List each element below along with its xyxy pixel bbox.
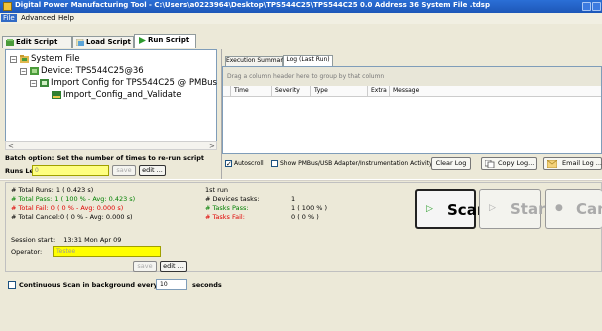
menu-bar: File Advanced Help <box>0 13 602 24</box>
email-log-label: Email Log ... <box>562 159 602 167</box>
copy-log-button[interactable]: Copy Log... <box>481 157 537 170</box>
panel-splitter[interactable] <box>0 179 602 181</box>
operator-input[interactable]: Testee <box>53 246 161 257</box>
script-tree[interactable]: − System File − Device: TPS544C25@36 − I… <box>5 49 217 149</box>
clear-log-button[interactable]: Clear Log <box>431 157 471 170</box>
total-fail-text: # Total Fail: 0 ( 0 % - Avg: 0.000 s) <box>11 204 124 212</box>
tab-run-script[interactable]: Run Script <box>134 34 196 48</box>
show-pmbus-activity-label: Show PMBus/USB Adapter/Instrumentation A… <box>280 160 433 167</box>
total-cancel-text: # Total Cancel:0 ( 0 % - Avg: 0.000 s) <box>11 213 133 221</box>
tasks-pass-value: 1 ( 100 % ) <box>291 204 328 212</box>
tab-load-script-label: Load Script <box>86 38 131 46</box>
tab-log-last-run[interactable]: Log (Last Run) <box>283 55 333 66</box>
minimize-button[interactable] <box>582 2 591 11</box>
continuous-scan-label: Continuous Scan in background every <box>19 281 158 289</box>
tab-load-script[interactable]: Load Script <box>72 36 134 48</box>
tree-label: Import Config for TPS544C25 @ PMBus <box>51 78 217 88</box>
column-header-message[interactable]: Message <box>393 87 419 94</box>
copy-log-label: Copy Log... <box>498 159 535 167</box>
scroll-left-icon[interactable]: < <box>8 142 14 150</box>
operator-edit-button[interactable]: edit ... <box>160 261 187 272</box>
continuous-scan-checkbox[interactable] <box>8 281 16 289</box>
devices-tasks-label: # Devices tasks: <box>205 195 260 203</box>
operator-save-button[interactable]: save <box>133 261 157 272</box>
cancel-button[interactable]: ● Cancel <box>545 189 602 229</box>
runs-edit-button[interactable]: edit ... <box>139 165 166 176</box>
maximize-button[interactable] <box>592 2 601 11</box>
edit-script-icon <box>6 39 14 46</box>
main-tab-strip: Edit Script Load Script Run Script <box>0 24 602 48</box>
load-script-icon <box>76 39 84 46</box>
cancel-label: Cancel <box>576 200 602 218</box>
tab-edit-script[interactable]: Edit Script <box>2 36 72 48</box>
tasks-pass-label: # Tasks Pass: <box>205 204 249 212</box>
collapse-icon[interactable]: − <box>20 68 27 75</box>
run-ordinal-text: 1st run <box>205 186 229 194</box>
devices-tasks-value: 1 <box>291 195 296 203</box>
column-header-type[interactable]: Type <box>314 87 328 94</box>
tree-horizontal-scrollbar[interactable]: < > <box>5 141 217 150</box>
runs-save-button[interactable]: save <box>112 165 136 176</box>
tab-execution-summary[interactable]: Execution Summary <box>225 56 286 66</box>
system-file-icon <box>20 55 29 63</box>
column-separator <box>389 86 390 96</box>
collapse-icon[interactable]: − <box>10 56 17 63</box>
column-header-time[interactable]: Time <box>234 87 249 94</box>
tree-label: Import_Config_and_Validate <box>63 90 182 100</box>
device-icon <box>30 67 39 75</box>
column-separator <box>230 86 231 96</box>
collapse-icon[interactable]: − <box>30 80 37 87</box>
log-grid-header: Time Severity Type Extra Message <box>223 86 601 97</box>
tab-edit-script-label: Edit Script <box>16 38 58 46</box>
session-start-value: 13:31 Mon Apr 09 <box>63 236 122 244</box>
menu-file[interactable]: File <box>1 14 17 22</box>
scroll-right-icon[interactable]: > <box>209 142 215 150</box>
script-step-icon <box>52 91 61 99</box>
stop-icon: ● <box>555 203 563 213</box>
copy-icon <box>485 160 495 168</box>
column-separator <box>271 86 272 96</box>
show-pmbus-activity-checkbox[interactable] <box>271 160 278 167</box>
menu-advanced[interactable]: Advanced <box>19 14 58 22</box>
operator-label: Operator: <box>11 248 43 256</box>
tab-run-script-label: Run Script <box>148 36 190 44</box>
column-header-extra[interactable]: Extra <box>371 87 387 94</box>
play-icon: ▷ <box>426 204 433 214</box>
tree-label: Device: TPS544C25@36 <box>41 66 144 76</box>
tree-label: System File <box>31 54 80 64</box>
runs-left-input[interactable]: 0 <box>32 165 109 176</box>
total-pass-text: # Total Pass: 1 ( 100 % - Avg: 0.423 s) <box>11 195 136 203</box>
start-button[interactable]: ▷ Start <box>479 189 553 229</box>
column-separator <box>310 86 311 96</box>
menu-help[interactable]: Help <box>56 14 76 22</box>
title-bar: Digital Power Manufacturing Tool - C:\Us… <box>0 0 602 13</box>
column-separator <box>367 86 368 96</box>
email-icon <box>547 160 557 168</box>
batch-option-label: Batch option: Set the number of times to… <box>5 154 205 162</box>
column-header-severity[interactable]: Severity <box>275 87 300 94</box>
continuous-scan-interval-input[interactable]: 10 <box>156 279 187 290</box>
app-icon <box>3 2 12 11</box>
group-by-bar[interactable]: Drag a column header here to group by th… <box>223 67 601 86</box>
autoscroll-checkbox[interactable]: ✓ <box>225 160 232 168</box>
run-script-icon <box>139 37 146 44</box>
tasks-fail-label: # Tasks Fail: <box>205 213 245 221</box>
play-icon: ▷ <box>489 203 496 213</box>
autoscroll-label: Autoscroll <box>234 160 264 167</box>
window-title: Digital Power Manufacturing Tool - C:\Us… <box>15 1 490 9</box>
session-start-label: Session start: <box>11 236 56 244</box>
total-runs-text: # Total Runs: 1 ( 0.423 s) <box>11 186 94 194</box>
import-config-icon <box>40 79 49 87</box>
seconds-label: seconds <box>192 281 222 289</box>
empty-area <box>0 294 602 331</box>
session-start: Session start: 13:31 Mon Apr 09 <box>11 236 121 244</box>
scan-button[interactable]: ▷ Scan <box>415 189 488 229</box>
tasks-fail-value: 0 ( 0 % ) <box>291 213 319 221</box>
email-log-button[interactable]: Email Log ... <box>543 157 602 170</box>
